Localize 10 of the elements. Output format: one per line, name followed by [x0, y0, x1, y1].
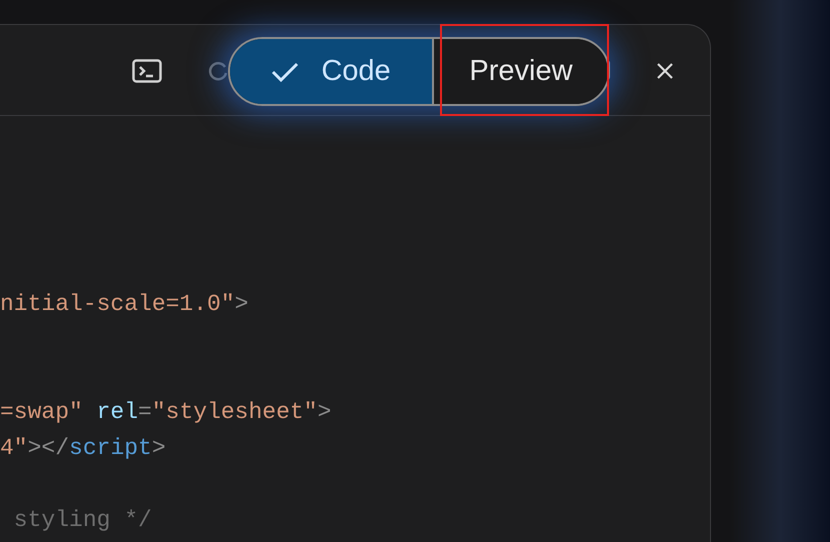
- check-icon: [271, 60, 300, 82]
- view-toggle-tab[interactable]: Preview: [432, 39, 608, 104]
- view-toggle-tab[interactable]: Code: [230, 39, 432, 104]
- code-line: 4"></script>: [0, 434, 166, 463]
- terminal-icon[interactable]: [132, 59, 162, 83]
- close-icon[interactable]: [656, 62, 674, 80]
- code-line: =swap" rel="stylesheet">: [0, 398, 332, 427]
- code-line: styling */: [12, 506, 152, 535]
- code-line: nitial-scale=1.0">: [0, 290, 248, 319]
- refresh-icon[interactable]: [208, 61, 228, 81]
